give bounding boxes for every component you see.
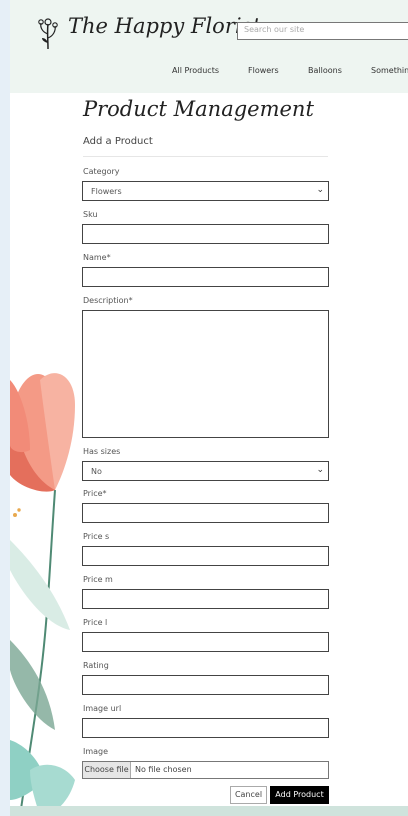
choose-file-button[interactable]: Choose file [83, 762, 131, 778]
page: The Happy Florist Search our site All Pr… [10, 0, 408, 816]
rating-label: Rating [83, 661, 109, 670]
site-header: The Happy Florist Search our site All Pr… [10, 0, 408, 93]
name-label: Name* [83, 253, 111, 262]
divider [83, 156, 328, 157]
flower-logo-icon [38, 18, 58, 50]
search-input[interactable]: Search our site [237, 22, 408, 40]
has-sizes-select[interactable]: No ⌄ [82, 461, 329, 481]
price-s-input[interactable] [82, 546, 329, 566]
category-label: Category [83, 167, 120, 176]
price-label: Price* [83, 489, 107, 498]
page-title: Product Management [83, 97, 314, 121]
price-l-label: Price l [83, 618, 108, 627]
add-product-button[interactable]: Add Product [270, 786, 329, 804]
sku-input[interactable] [82, 224, 329, 244]
chevron-down-icon: ⌄ [316, 185, 324, 195]
nav-all-products[interactable]: All Products [172, 66, 219, 75]
rating-input[interactable] [82, 675, 329, 695]
price-l-input[interactable] [82, 632, 329, 652]
price-m-input[interactable] [82, 589, 329, 609]
nav-balloons[interactable]: Balloons [308, 66, 342, 75]
sku-label: Sku [83, 210, 98, 219]
price-m-label: Price m [83, 575, 113, 584]
flower-illustration [10, 373, 75, 816]
image-url-input[interactable] [82, 718, 329, 738]
image-label: Image [83, 747, 109, 756]
category-value: Flowers [91, 187, 122, 196]
has-sizes-value: No [91, 467, 102, 476]
description-label: Description* [83, 296, 133, 305]
product-form: Product Management Add a Product Categor… [75, 93, 408, 806]
has-sizes-label: Has sizes [83, 447, 121, 456]
image-file-input[interactable]: Choose file No file chosen [82, 761, 329, 779]
category-select[interactable]: Flowers ⌄ [82, 181, 329, 201]
brand-name[interactable]: The Happy Florist [68, 14, 261, 38]
price-s-label: Price s [83, 532, 110, 541]
form-subtitle: Add a Product [83, 136, 153, 147]
chevron-down-icon: ⌄ [316, 465, 324, 475]
description-textarea[interactable] [82, 310, 329, 438]
file-status: No file chosen [135, 765, 192, 774]
image-url-label: Image url [83, 704, 122, 713]
price-input[interactable] [82, 503, 329, 523]
nav-something[interactable]: Something [371, 66, 408, 75]
cancel-button[interactable]: Cancel [230, 786, 267, 804]
name-input[interactable] [82, 267, 329, 287]
nav-flowers[interactable]: Flowers [248, 66, 279, 75]
footer-strip [10, 806, 408, 816]
